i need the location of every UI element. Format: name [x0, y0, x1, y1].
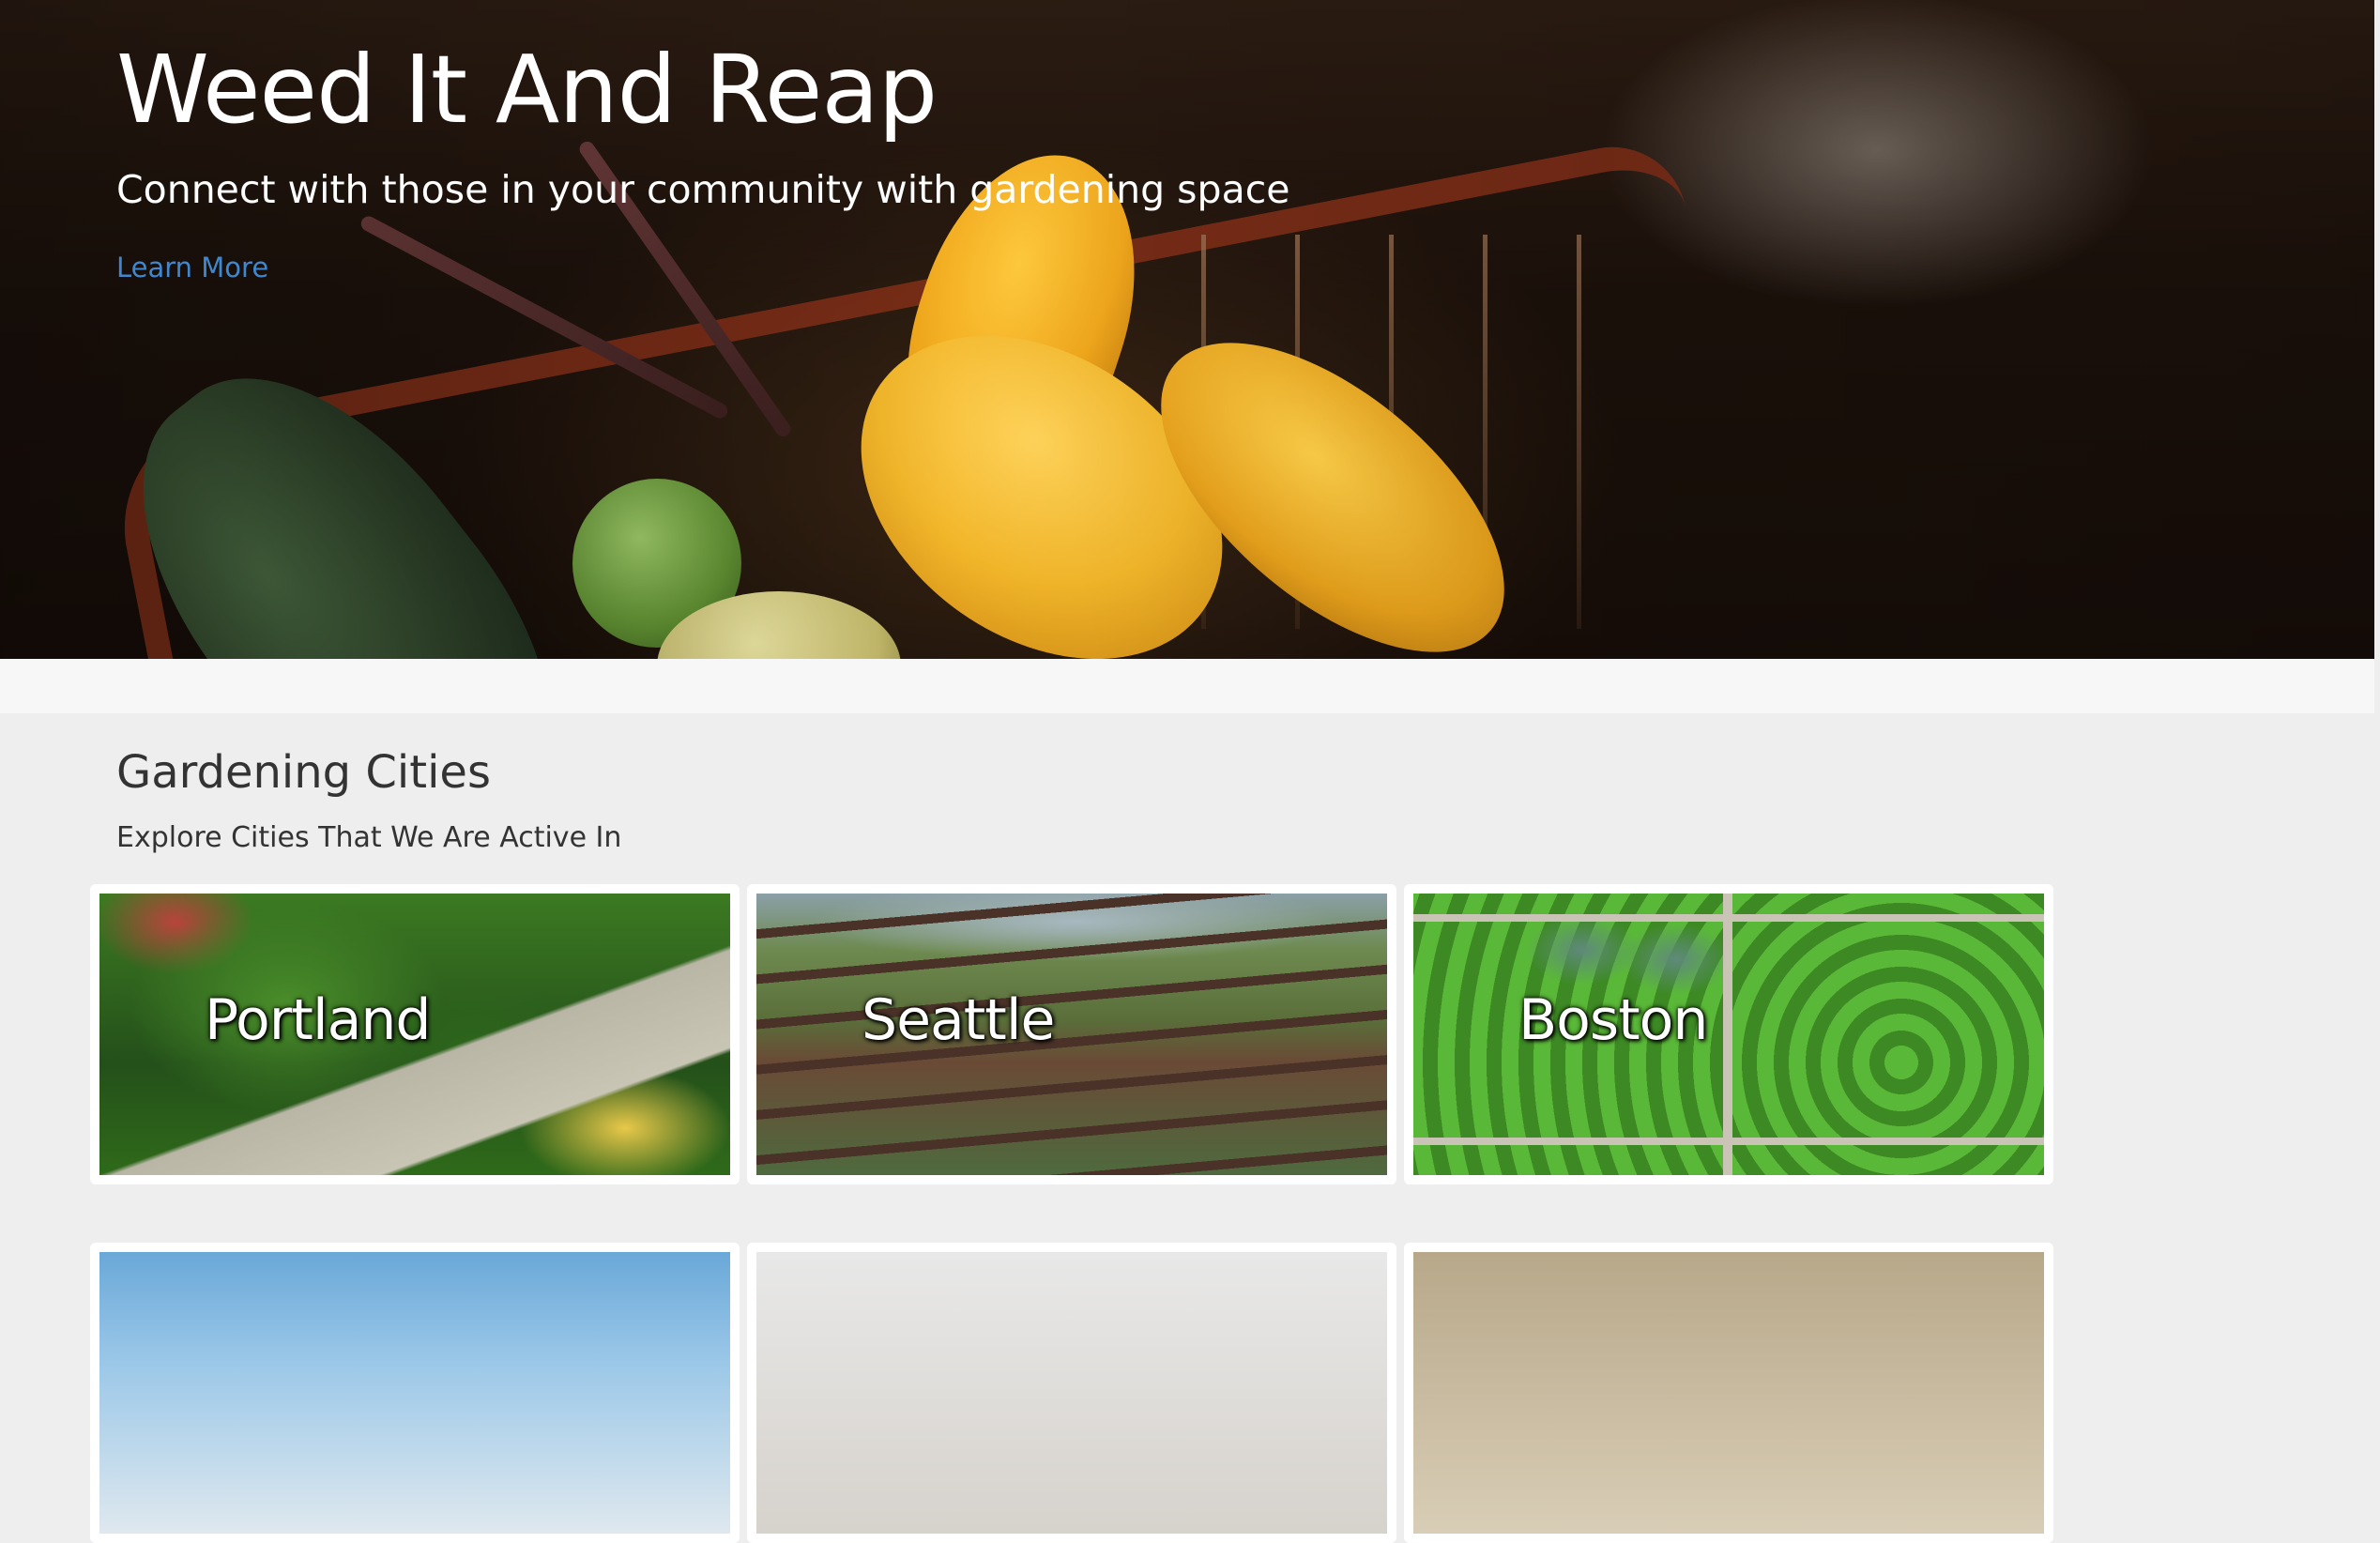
hero-text: Weed It And Reap Connect with those in y… [116, 34, 1289, 283]
learn-more-link[interactable]: Learn More [116, 252, 268, 283]
city-card-portland[interactable]: Portland [90, 884, 740, 1184]
city-photo [1413, 1252, 2044, 1534]
city-photo-portland: Portland [99, 894, 730, 1175]
city-card-boston[interactable]: Boston [1404, 884, 2053, 1184]
city-card-seattle[interactable]: Seattle [747, 884, 1396, 1184]
city-card[interactable] [90, 1243, 740, 1543]
hero-banner: Weed It And Reap Connect with those in y… [0, 0, 2374, 659]
hero-title: Weed It And Reap [116, 35, 938, 145]
city-name: Boston [1518, 987, 1708, 1053]
hero-subtitle: Connect with those in your community wit… [116, 167, 1290, 212]
city-photo-seattle: Seattle [756, 894, 1387, 1175]
city-card[interactable] [747, 1243, 1396, 1543]
city-photo-boston: Boston [1413, 894, 2044, 1175]
city-name: Seattle [862, 987, 1055, 1053]
gardening-cities-section: Gardening Cities Explore Cities That We … [116, 746, 621, 854]
city-card[interactable] [1404, 1243, 2053, 1543]
city-photo [756, 1252, 1387, 1534]
section-title: Gardening Cities [116, 746, 491, 799]
city-name: Portland [205, 987, 431, 1053]
section-subtitle: Explore Cities That We Are Active In [116, 821, 622, 854]
section-divider-band [0, 659, 2374, 713]
city-photo [99, 1252, 730, 1534]
